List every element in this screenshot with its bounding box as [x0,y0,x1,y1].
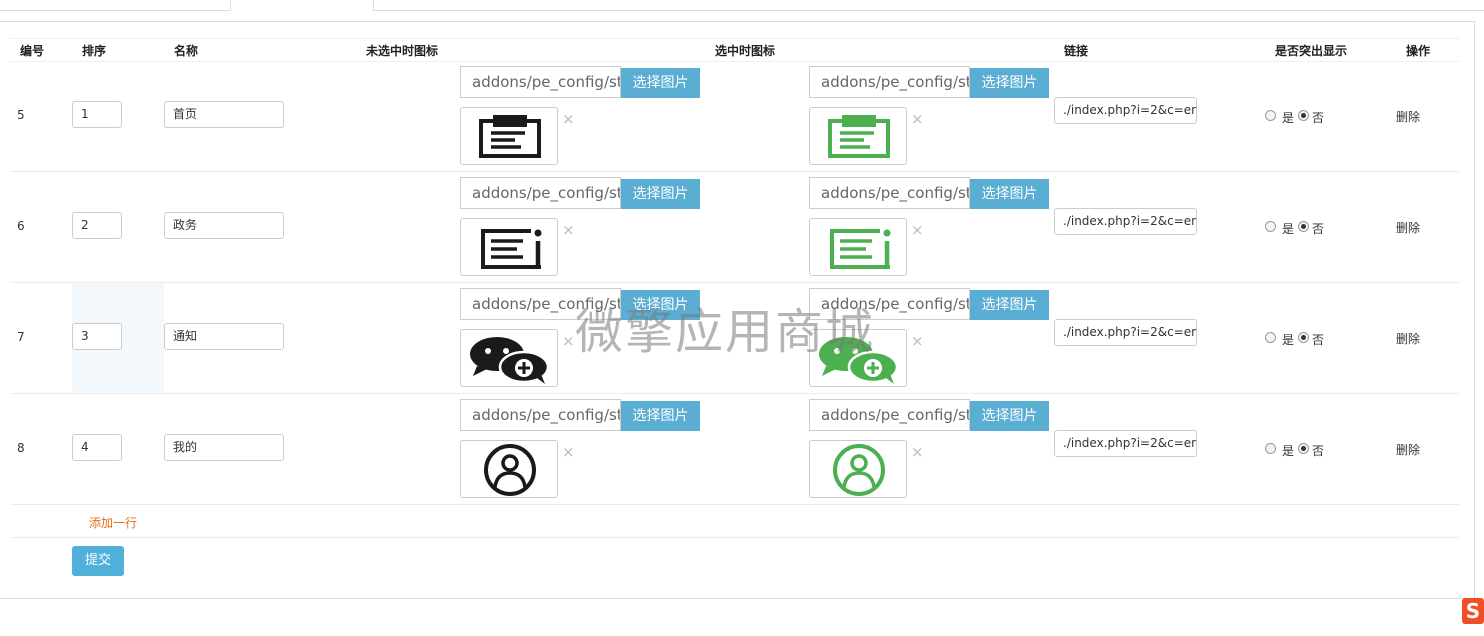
highlight-no-label: 否 [1312,222,1325,236]
icon-path-input[interactable]: addons/pe_config/st [460,66,621,98]
active-icon-path-input[interactable]: addons/pe_config/st [809,399,970,431]
header-highlight: 是否突出显示 [1275,44,1348,58]
highlight-no-radio[interactable] [1298,221,1309,232]
pick-active-image-button[interactable]: 选择图片 [970,68,1049,98]
pick-image-button[interactable]: 选择图片 [621,401,700,431]
sort-input[interactable]: 3 [72,323,122,350]
active-icon-path-input[interactable]: addons/pe_config/st [809,288,970,320]
pick-image-button[interactable]: 选择图片 [621,179,700,209]
user-circle-icon [809,440,907,498]
submit-button[interactable]: 提交 [72,546,124,576]
row-id: 8 [17,441,25,455]
wechat-add-icon [809,329,907,387]
clipboard-icon [809,107,907,165]
header-icon-active: 选中时图标 [715,44,776,58]
delete-row-link[interactable]: 删除 [1396,441,1420,458]
delete-row-link[interactable]: 删除 [1396,108,1420,125]
highlight-yes-label: 是 [1282,333,1295,347]
remove-active-image-icon[interactable]: × [911,221,924,239]
pick-active-image-button[interactable]: 选择图片 [970,401,1049,431]
pick-image-button[interactable]: 选择图片 [621,68,700,98]
link-input[interactable]: ./index.php?i=2&c=entry [1054,208,1197,235]
icon-path-input[interactable]: addons/pe_config/st [460,177,621,209]
active-icon-path-input[interactable]: addons/pe_config/st [809,177,970,209]
link-input[interactable]: ./index.php?i=2&c=entry [1054,319,1197,346]
header-link: 链接 [1064,44,1089,58]
highlight-yes-radio[interactable] [1265,332,1276,343]
remove-active-image-icon[interactable]: × [911,110,924,128]
clipboard-icon [460,107,558,165]
name-input[interactable]: 首页 [164,101,284,128]
highlight-no-radio[interactable] [1298,110,1309,121]
sogou-logo-icon[interactable]: S [1462,598,1484,624]
link-input[interactable]: ./index.php?i=2&c=entry [1054,97,1197,124]
header-actions: 操作 [1406,44,1431,58]
row-id: 5 [17,108,25,122]
name-input[interactable]: 我的 [164,434,284,461]
wechat-add-icon [460,329,558,387]
highlight-no-radio[interactable] [1298,443,1309,454]
link-input[interactable]: ./index.php?i=2&c=entry [1054,430,1197,457]
document-info-icon [460,218,558,276]
user-circle-icon [460,440,558,498]
top-tab-left [0,0,231,11]
name-input[interactable]: 政务 [164,212,284,239]
header-sort: 排序 [82,44,107,58]
remove-image-icon[interactable]: × [562,110,575,128]
highlight-yes-label: 是 [1282,444,1295,458]
active-icon-path-input[interactable]: addons/pe_config/st [809,66,970,98]
name-input[interactable]: 通知 [164,323,284,350]
highlight-no-label: 否 [1312,111,1325,125]
highlight-no-label: 否 [1312,444,1325,458]
icon-path-input[interactable]: addons/pe_config/st [460,399,621,431]
remove-active-image-icon[interactable]: × [911,443,924,461]
header-id: 编号 [20,44,45,58]
highlight-yes-radio[interactable] [1265,443,1276,454]
pick-active-image-button[interactable]: 选择图片 [970,179,1049,209]
top-tab-right [373,0,1484,11]
remove-image-icon[interactable]: × [562,443,575,461]
remove-image-icon[interactable]: × [562,221,575,239]
row-id: 6 [17,219,25,233]
pick-active-image-button[interactable]: 选择图片 [970,290,1049,320]
sort-input[interactable]: 1 [72,101,122,128]
highlight-yes-radio[interactable] [1265,110,1276,121]
highlight-no-radio[interactable] [1298,332,1309,343]
sort-input[interactable]: 2 [72,212,122,239]
divider [10,537,1460,538]
pick-image-button[interactable]: 选择图片 [621,290,700,320]
highlight-yes-label: 是 [1282,222,1295,236]
highlight-no-label: 否 [1312,333,1325,347]
remove-active-image-icon[interactable]: × [911,332,924,350]
document-info-icon [809,218,907,276]
highlight-yes-radio[interactable] [1265,221,1276,232]
highlight-yes-label: 是 [1282,111,1295,125]
delete-row-link[interactable]: 删除 [1396,330,1420,347]
header-icon-inactive: 未选中时图标 [366,44,439,58]
remove-image-icon[interactable]: × [562,332,575,350]
sort-input[interactable]: 4 [72,434,122,461]
icon-path-input[interactable]: addons/pe_config/st [460,288,621,320]
row-id: 7 [17,330,25,344]
delete-row-link[interactable]: 删除 [1396,219,1420,236]
header-name: 名称 [174,44,199,58]
add-row-link[interactable]: 添加一行 [89,514,137,531]
